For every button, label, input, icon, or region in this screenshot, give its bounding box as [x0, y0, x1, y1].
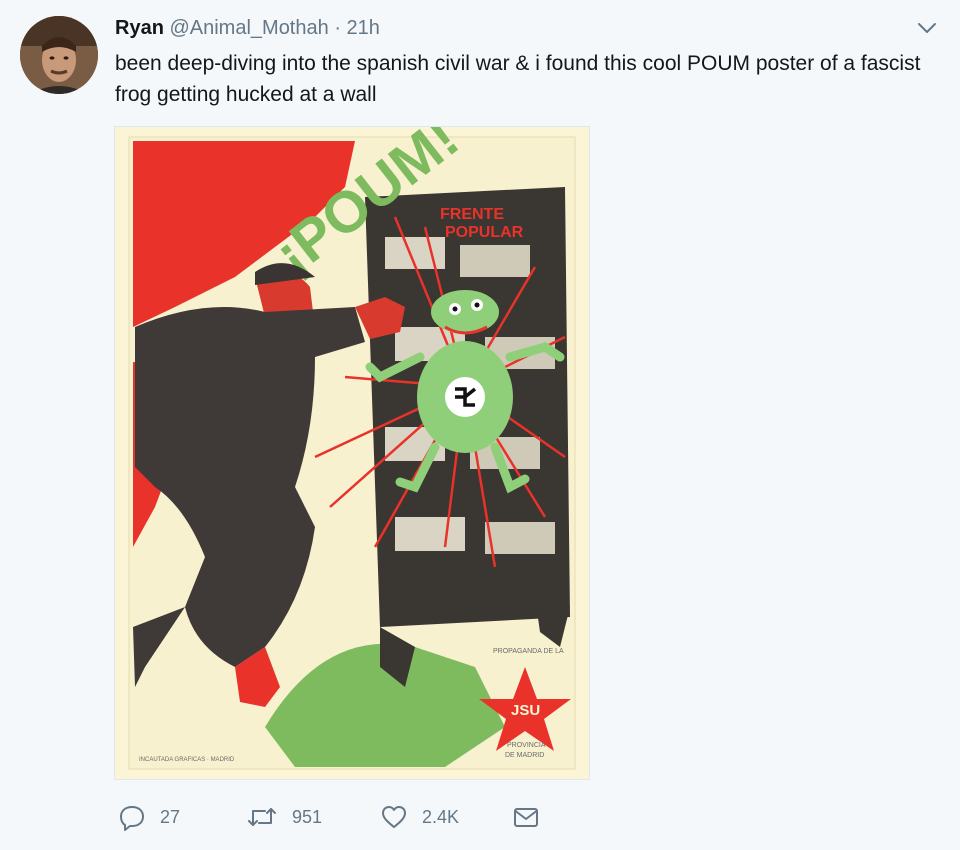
reply-button[interactable]: 27: [118, 800, 180, 834]
wall-text-line1: FRENTE: [440, 206, 504, 223]
reply-count: 27: [160, 806, 181, 827]
poum-poster: ¡POUM! FRENTE POPULAR JSU PROPAGANDA DE …: [115, 127, 589, 779]
retweet-icon: [246, 803, 278, 831]
tweet-actions: 27 951 2.4K: [118, 800, 558, 834]
tweet-image[interactable]: ¡POUM! FRENTE POPULAR JSU PROPAGANDA DE …: [114, 126, 590, 780]
timestamp[interactable]: 21h: [347, 17, 380, 39]
retweet-button[interactable]: 951: [246, 800, 322, 834]
propaganda-label: PROPAGANDA DE LA: [493, 648, 564, 655]
retweet-count: 951: [292, 806, 323, 827]
star-text: JSU: [511, 702, 540, 719]
printer-credit: INCAUTADA GRAFICAS · MADRID: [139, 757, 235, 763]
direct-message-button[interactable]: [512, 800, 540, 834]
envelope-icon: [512, 803, 540, 831]
like-count: 2.4K: [422, 806, 460, 827]
avatar[interactable]: [20, 16, 98, 94]
avatar-photo: [20, 16, 98, 94]
tweet-card: Ryan @Animal_Mothah · 21h been deep-divi…: [0, 0, 960, 850]
wall-text-line2: POPULAR: [445, 224, 524, 241]
province-line2: DE MADRID: [505, 752, 544, 759]
tweet-text: been deep-diving into the spanish civil …: [115, 52, 921, 106]
author-handle[interactable]: @Animal_Mothah: [169, 17, 328, 39]
chevron-down-icon[interactable]: [916, 20, 938, 36]
heart-icon: [380, 803, 408, 831]
like-button[interactable]: 2.4K: [380, 800, 459, 834]
province-line1: PROVINCIA: [507, 742, 546, 749]
author-name[interactable]: Ryan: [115, 17, 164, 39]
tweet-header: Ryan @Animal_Mothah · 21h: [115, 14, 380, 42]
separator: ·: [334, 17, 341, 39]
reply-icon: [118, 803, 146, 831]
